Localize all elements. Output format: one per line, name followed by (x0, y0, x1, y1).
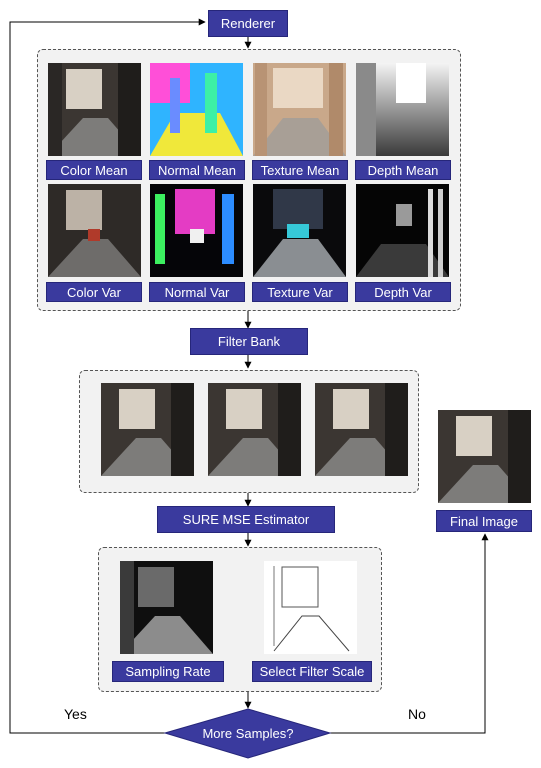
sampling-rate-label: Sampling Rate (112, 661, 224, 682)
renderer-node: Renderer (208, 10, 288, 37)
filter-output-image-1 (101, 383, 194, 476)
final-image (438, 410, 531, 503)
feature-label-color-var: Color Var (46, 282, 142, 302)
color-mean-image (48, 63, 141, 156)
filter-output-image-2 (208, 383, 301, 476)
filter-bank-node: Filter Bank (190, 328, 308, 355)
feature-label-depth-var: Depth Var (355, 282, 451, 302)
depth-var-image (356, 184, 449, 277)
select-filter-scale-label: Select Filter Scale (252, 661, 372, 682)
feature-label-texture-mean: Texture Mean (252, 160, 348, 180)
texture-var-image (253, 184, 346, 277)
filter-scale-image (264, 561, 357, 654)
sure-mse-estimator-node: SURE MSE Estimator (157, 506, 335, 533)
normal-mean-image (150, 63, 243, 156)
final-image-label: Final Image (436, 510, 532, 532)
sampling-rate-image (120, 561, 213, 654)
depth-mean-image (356, 63, 449, 156)
normal-var-image (150, 184, 243, 277)
feature-label-normal-var: Normal Var (149, 282, 245, 302)
color-var-image (48, 184, 141, 277)
no-branch-label: No (408, 706, 426, 722)
feature-label-normal-mean: Normal Mean (149, 160, 245, 180)
decision-label: More Samples? (202, 726, 293, 741)
texture-mean-image (253, 63, 346, 156)
yes-branch-label: Yes (64, 706, 87, 722)
feature-label-depth-mean: Depth Mean (355, 160, 451, 180)
filter-output-image-3 (315, 383, 408, 476)
feature-label-texture-var: Texture Var (252, 282, 348, 302)
feature-label-color-mean: Color Mean (46, 160, 142, 180)
